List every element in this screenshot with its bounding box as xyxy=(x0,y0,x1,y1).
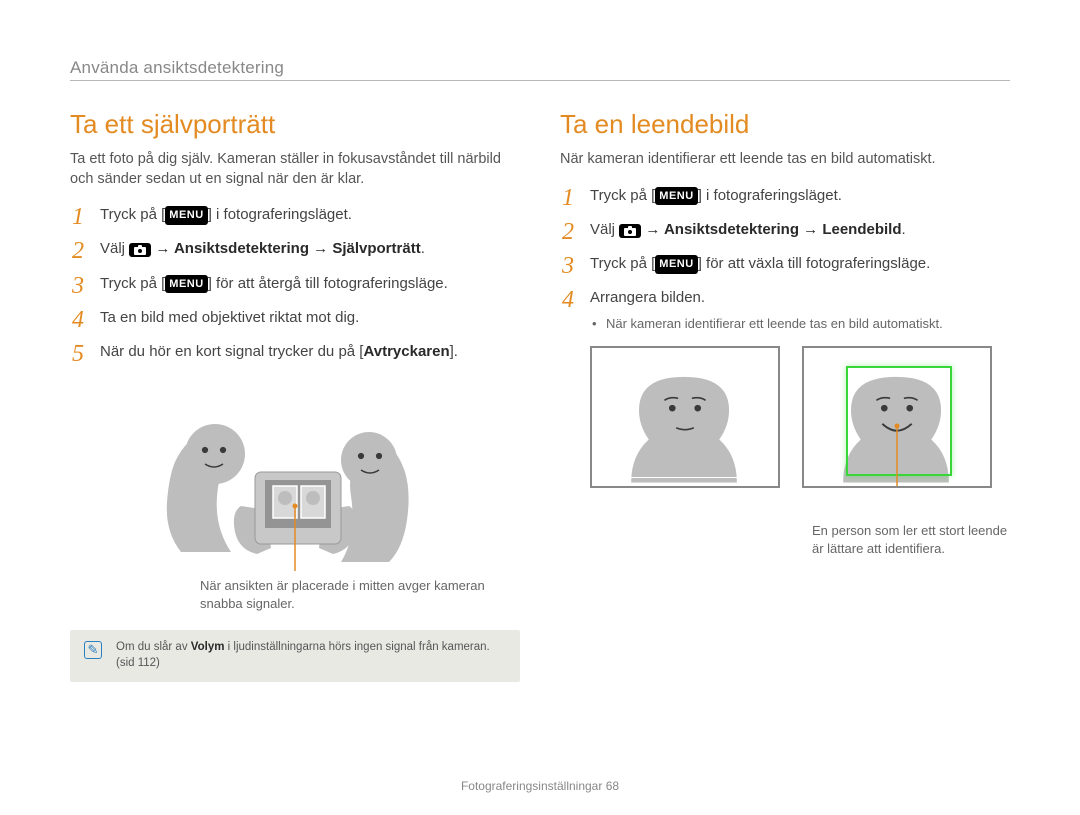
menu-icon: MENU xyxy=(165,206,207,225)
selfie-illustration: När ansikten är placerade i mitten avger… xyxy=(70,376,520,612)
detect-box-white xyxy=(628,358,746,478)
left-step-4: Ta en bild med objektivet riktat mot dig… xyxy=(70,308,520,328)
menu-icon: MENU xyxy=(655,255,697,274)
left-step-2: Välj → Ansiktsdetektering → Självporträt… xyxy=(70,239,520,259)
right-step-4-sub: När kameran identifierar ett leende tas … xyxy=(590,315,1010,333)
menu-icon: MENU xyxy=(165,275,207,294)
left-callout: När ansikten är placerade i mitten avger… xyxy=(200,577,520,612)
smile-image-neutral xyxy=(590,346,780,488)
col-left: Ta ett självporträtt Ta ett foto på dig … xyxy=(70,109,520,682)
right-callout: En person som ler ett stort leende är lä… xyxy=(812,522,1010,557)
right-step-2: Välj → Ansiktsdetektering → Leendebild. xyxy=(560,220,1010,240)
camera-icon xyxy=(619,224,641,238)
left-step-5: När du hör en kort signal trycker du på … xyxy=(70,342,520,362)
right-step-3: Tryck på [MENU] för att växla till fotog… xyxy=(560,254,1010,274)
right-steps: Tryck på [MENU] i fotograferingsläget. V… xyxy=(560,186,1010,333)
left-intro: Ta ett foto på dig själv. Kameran ställe… xyxy=(70,150,520,189)
divider xyxy=(70,80,1010,81)
page-footer: Fotograferingsinställningar 68 xyxy=(0,779,1080,793)
col-right: Ta en leendebild När kameran identifiera… xyxy=(560,109,1010,682)
note-icon: ✎ xyxy=(84,641,102,659)
right-step-1: Tryck på [MENU] i fotograferingsläget. xyxy=(560,186,1010,206)
note-box: ✎ Om du slår av Volym i ljudinställninga… xyxy=(70,630,520,681)
breadcrumb: Använda ansiktsdetektering xyxy=(70,58,1010,78)
menu-icon: MENU xyxy=(655,187,697,206)
right-title: Ta en leendebild xyxy=(560,109,1010,140)
right-step-4: Arrangera bilden. När kameran identifier… xyxy=(560,288,1010,332)
smile-image-smiling xyxy=(802,346,992,488)
left-steps: Tryck på [MENU] i fotograferingsläget. V… xyxy=(70,205,520,362)
detect-box-green xyxy=(846,366,952,476)
note-text: Om du slår av Volym i ljudinställningarn… xyxy=(116,640,506,671)
right-intro: När kameran identifierar ett leende tas … xyxy=(560,150,1010,170)
camera-icon xyxy=(129,243,151,257)
columns: Ta ett självporträtt Ta ett foto på dig … xyxy=(70,109,1010,682)
left-step-3: Tryck på [MENU] för att återgå till foto… xyxy=(70,274,520,294)
smile-images xyxy=(590,346,1010,488)
left-title: Ta ett självporträtt xyxy=(70,109,520,140)
left-step-1: Tryck på [MENU] i fotograferingsläget. xyxy=(70,205,520,225)
